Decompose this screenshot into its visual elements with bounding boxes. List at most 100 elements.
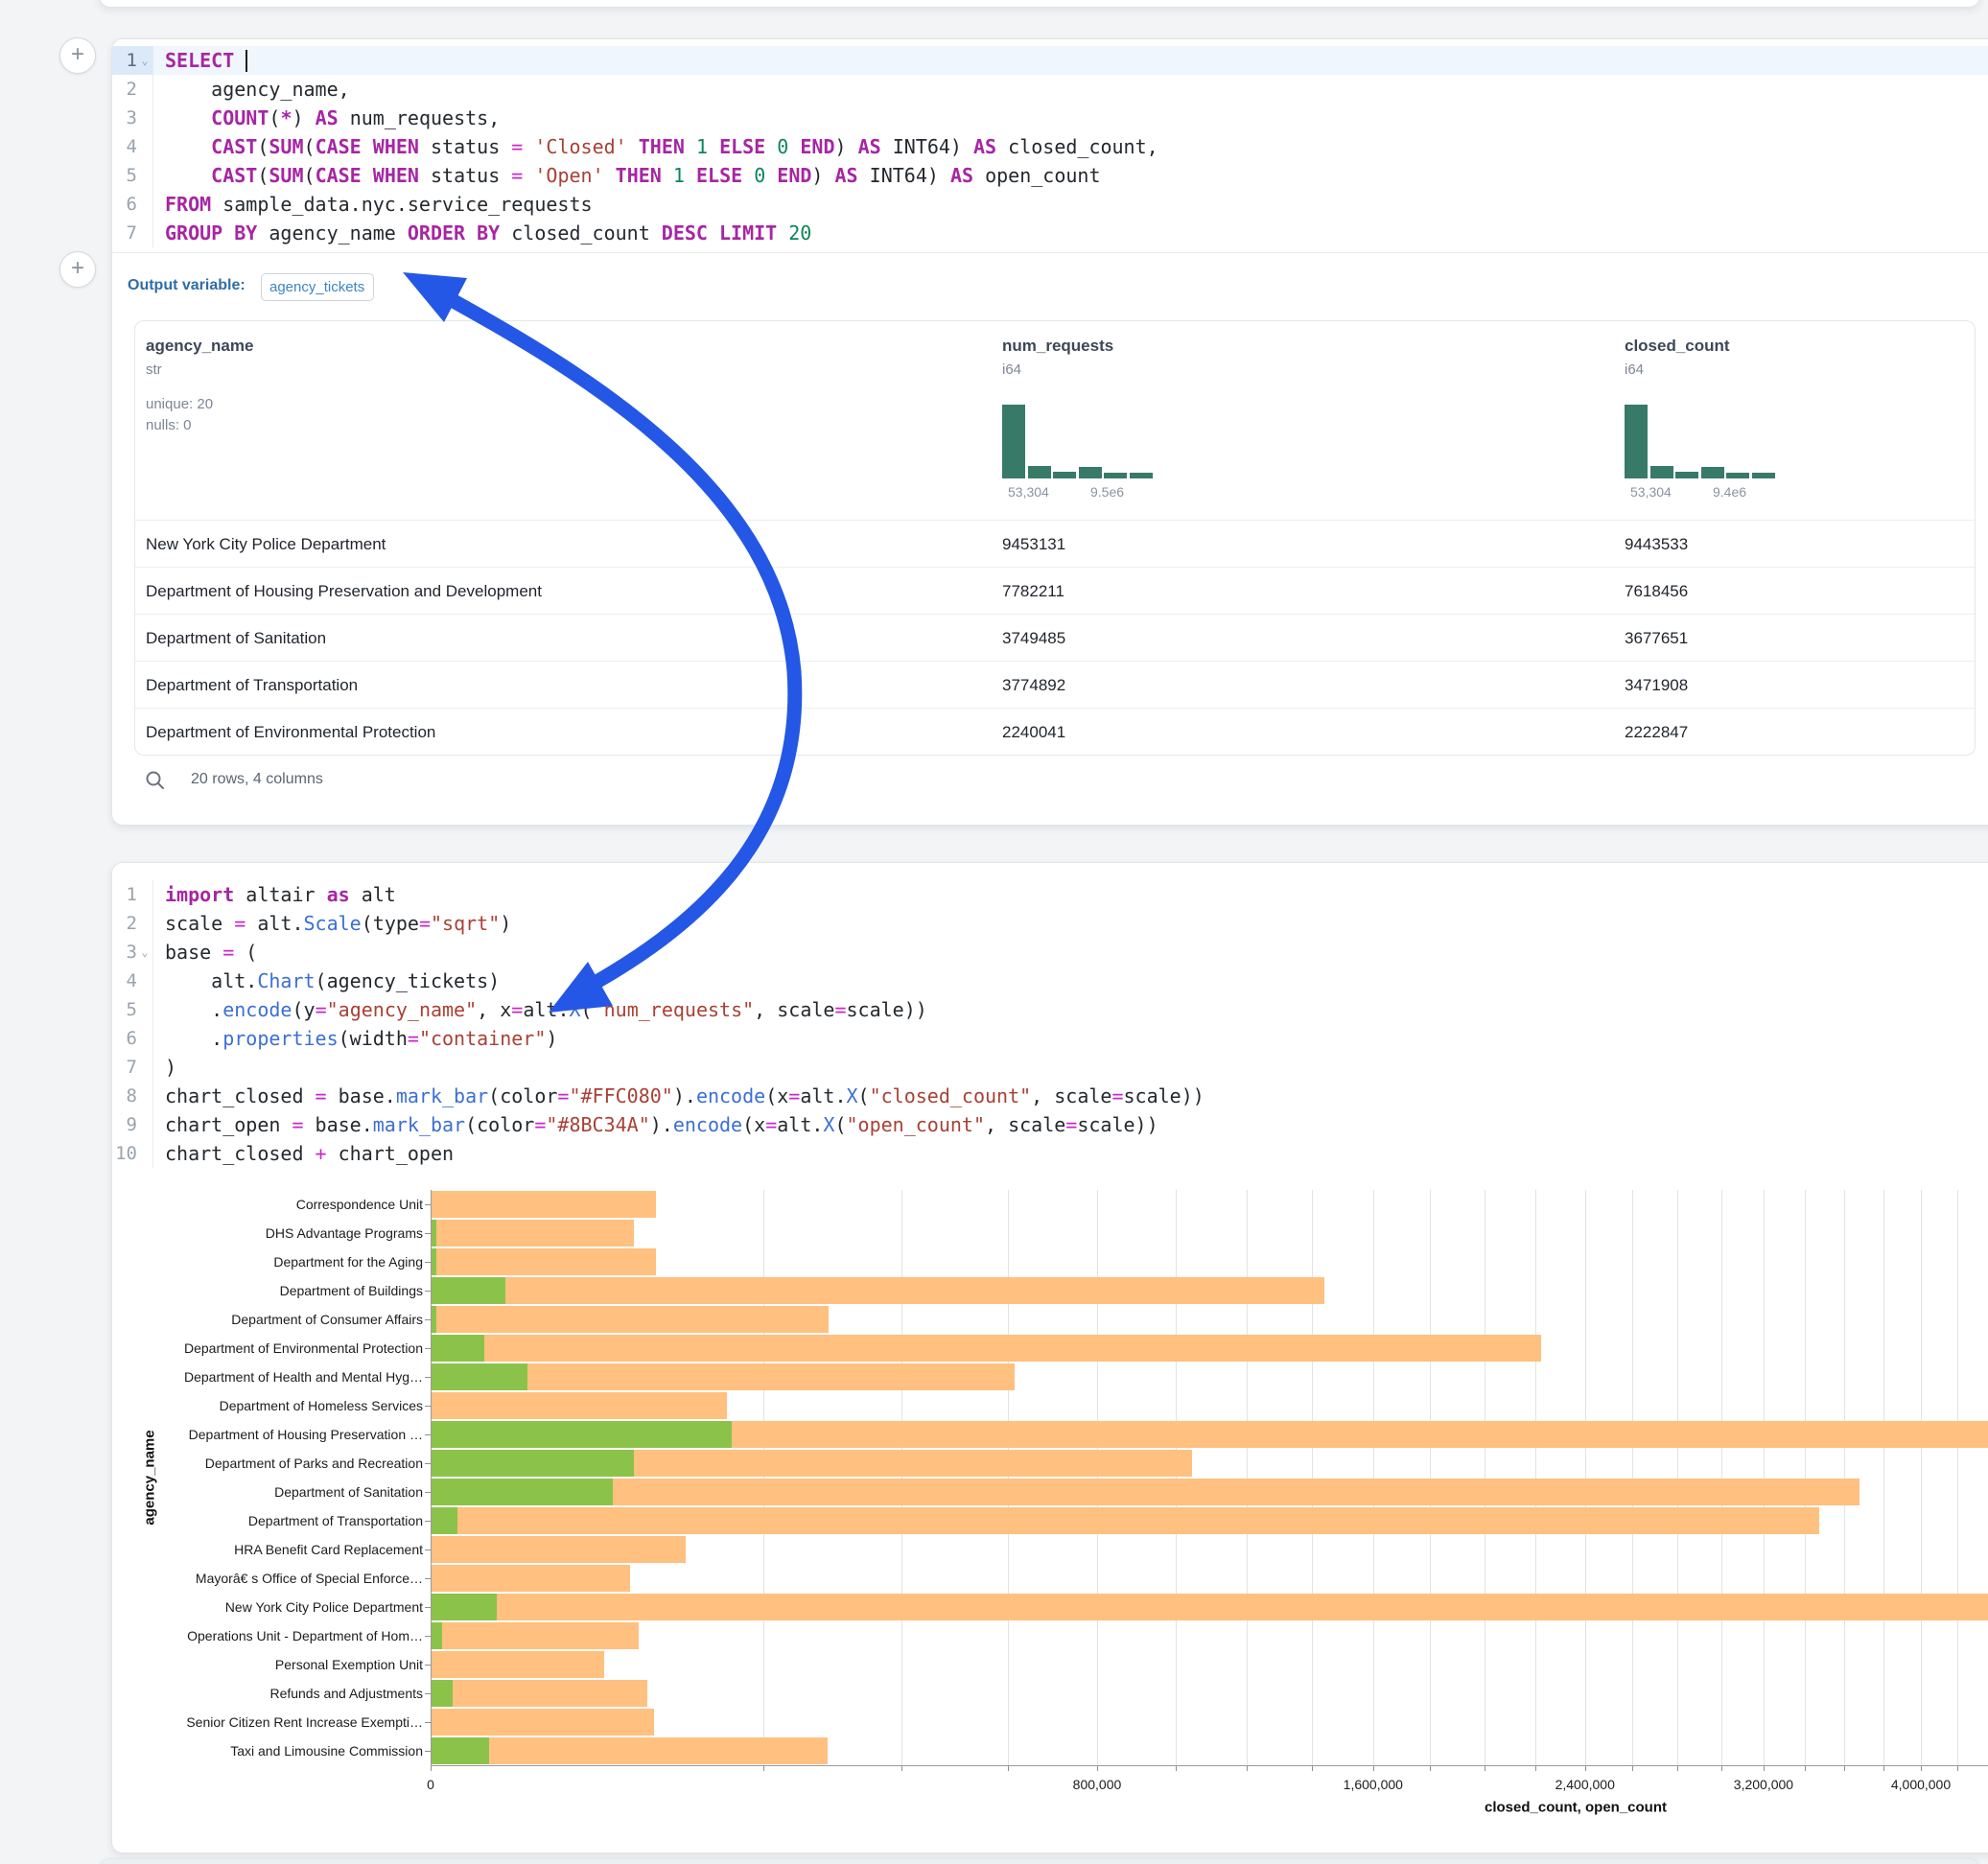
output-variable-chip[interactable]: agency_tickets bbox=[261, 273, 374, 301]
y-axis-title: agency_name bbox=[142, 1430, 158, 1525]
bar-closed bbox=[431, 1737, 828, 1764]
bar-closed bbox=[431, 1709, 654, 1736]
y-tick-label: HRA Benefit Card Replacement bbox=[112, 1542, 423, 1557]
x-tick-label: 0 bbox=[427, 1777, 434, 1792]
bar-closed bbox=[431, 1536, 686, 1563]
bar-open bbox=[431, 1450, 634, 1477]
bar-open bbox=[431, 1363, 527, 1390]
result-table-card: agency_namestrunique: 20nulls: 0num_requ… bbox=[134, 320, 1976, 756]
table-summary: 20 rows, 4 columns bbox=[191, 771, 323, 788]
notebook-page: + + 1⌄SELECT 2 agency_name,3 COUNT(*) AS… bbox=[0, 0, 1988, 1864]
y-tick-label: Department of Parks and Recreation bbox=[112, 1456, 423, 1471]
bar-open bbox=[431, 1277, 505, 1304]
gridline bbox=[1430, 1190, 1431, 1765]
y-tick-label: Mayorâ€ s Office of Special Enforce… bbox=[112, 1571, 423, 1586]
table-row[interactable]: Department of Housing Preservation and D… bbox=[135, 567, 1975, 615]
gridline bbox=[1008, 1190, 1009, 1765]
bar-open bbox=[431, 1507, 457, 1534]
y-tick-label: DHS Advantage Programs bbox=[112, 1225, 423, 1241]
bar-open bbox=[431, 1479, 613, 1505]
bar-closed bbox=[431, 1565, 630, 1592]
bar-closed bbox=[431, 1651, 604, 1678]
y-tick-label: New York City Police Department bbox=[112, 1599, 423, 1615]
x-axis-line bbox=[431, 1765, 1988, 1766]
gridline bbox=[1921, 1190, 1922, 1765]
add-cell-button-middle[interactable]: + bbox=[59, 251, 96, 288]
gridline bbox=[1721, 1190, 1722, 1765]
bar-open bbox=[431, 1737, 489, 1764]
bar-closed bbox=[431, 1479, 1859, 1505]
code-line[interactable]: 2 agency_name, bbox=[112, 75, 1988, 104]
sql-cell-card: 1⌄SELECT 2 agency_name,3 COUNT(*) AS num… bbox=[111, 38, 1988, 826]
gridline bbox=[1883, 1190, 1884, 1765]
code-line[interactable]: 5 CAST(SUM(CASE WHEN status = 'Open' THE… bbox=[112, 161, 1988, 190]
gridline bbox=[1097, 1190, 1098, 1765]
table-row[interactable]: Department of Sanitation37494853677651 bbox=[135, 614, 1975, 662]
y-tick-label: Correspondence Unit bbox=[112, 1197, 423, 1212]
y-tick-label: Department of Homeless Services bbox=[112, 1398, 423, 1413]
bar-closed bbox=[431, 1335, 1541, 1362]
y-tick-label: Refunds and Adjustments bbox=[112, 1686, 423, 1701]
gridline bbox=[1373, 1190, 1374, 1765]
gridline bbox=[1247, 1190, 1248, 1765]
bar-closed bbox=[431, 1622, 639, 1649]
column-histogram bbox=[1002, 405, 1156, 478]
x-tick-label: 3,200,000 bbox=[1734, 1777, 1793, 1792]
code-line[interactable]: 3 COUNT(*) AS num_requests, bbox=[112, 104, 1988, 132]
column-histogram bbox=[1625, 405, 1778, 478]
x-tick-label: 4,000,000 bbox=[1891, 1777, 1951, 1792]
bar-closed bbox=[431, 1220, 634, 1247]
table-row[interactable]: Department of Environmental Protection22… bbox=[135, 708, 1975, 756]
y-tick-label: Taxi and Limousine Commission bbox=[112, 1743, 423, 1759]
y-tick-label: Senior Citizen Rent Increase Exempti… bbox=[112, 1714, 423, 1730]
next-cell-fragment bbox=[99, 1858, 1980, 1864]
code-line[interactable]: 7GROUP BY agency_name ORDER BY closed_co… bbox=[112, 219, 1988, 247]
y-tick-label: Operations Unit - Department of Hom… bbox=[112, 1628, 423, 1643]
previous-cell-fragment bbox=[99, 0, 1980, 8]
gridline bbox=[1535, 1190, 1536, 1765]
bar-open bbox=[431, 1622, 442, 1649]
gridline bbox=[1844, 1190, 1845, 1765]
gridline bbox=[1957, 1190, 1958, 1765]
bar-closed bbox=[431, 1191, 656, 1218]
table-header: agency_namestrunique: 20nulls: 0num_requ… bbox=[135, 321, 1975, 521]
bar-closed bbox=[431, 1306, 829, 1333]
bar-closed bbox=[431, 1277, 1324, 1304]
search-icon[interactable] bbox=[145, 770, 166, 796]
x-tick-label: 800,000 bbox=[1073, 1777, 1122, 1792]
gridline bbox=[1312, 1190, 1313, 1765]
gridline bbox=[1585, 1190, 1586, 1765]
y-tick-label: Department of Housing Preservation … bbox=[112, 1427, 423, 1442]
bar-closed bbox=[431, 1248, 656, 1275]
bar-open bbox=[431, 1680, 453, 1707]
bar-open bbox=[431, 1594, 497, 1620]
y-tick-label: Department of Environmental Protection bbox=[112, 1340, 423, 1356]
gridline bbox=[1805, 1190, 1806, 1765]
y-axis-line bbox=[431, 1190, 432, 1765]
y-tick-label: Department for the Aging bbox=[112, 1254, 423, 1270]
table-row[interactable]: Department of Transportation377489234719… bbox=[135, 661, 1975, 709]
gridline bbox=[1632, 1190, 1633, 1765]
y-tick-label: Department of Transportation bbox=[112, 1513, 423, 1528]
x-tick-label: 2,400,000 bbox=[1555, 1777, 1615, 1792]
gridline bbox=[1176, 1190, 1177, 1765]
gridline bbox=[1677, 1190, 1678, 1765]
x-axis-title: closed_count, open_count bbox=[1485, 1800, 1667, 1816]
x-tick-label: 1,600,000 bbox=[1344, 1777, 1403, 1792]
gridline bbox=[763, 1190, 764, 1765]
bar-open bbox=[431, 1421, 732, 1448]
python-cell-card: 1import altair as alt2scale = alt.Scale(… bbox=[111, 862, 1988, 1853]
gridline bbox=[901, 1190, 902, 1765]
code-line[interactable]: 4 CAST(SUM(CASE WHEN status = 'Closed' T… bbox=[112, 132, 1988, 161]
altair-chart: 0 800,000 1,600,000 2,400,000 3,200,000 4,000… bbox=[112, 863, 1988, 1852]
code-line[interactable]: 1⌄SELECT bbox=[112, 46, 1988, 75]
bar-closed bbox=[431, 1680, 647, 1707]
sql-code-editor[interactable]: 1⌄SELECT 2 agency_name,3 COUNT(*) AS num… bbox=[112, 46, 1988, 247]
fold-chevron-icon[interactable]: ⌄ bbox=[137, 46, 152, 75]
add-cell-button-top[interactable]: + bbox=[59, 37, 96, 74]
bar-open bbox=[431, 1335, 484, 1362]
code-line[interactable]: 6FROM sample_data.nyc.service_requests bbox=[112, 190, 1988, 219]
text-cursor bbox=[246, 50, 247, 72]
table-row[interactable]: New York City Police Department945313194… bbox=[135, 520, 1975, 568]
y-tick-label: Department of Health and Mental Hyg… bbox=[112, 1369, 423, 1385]
